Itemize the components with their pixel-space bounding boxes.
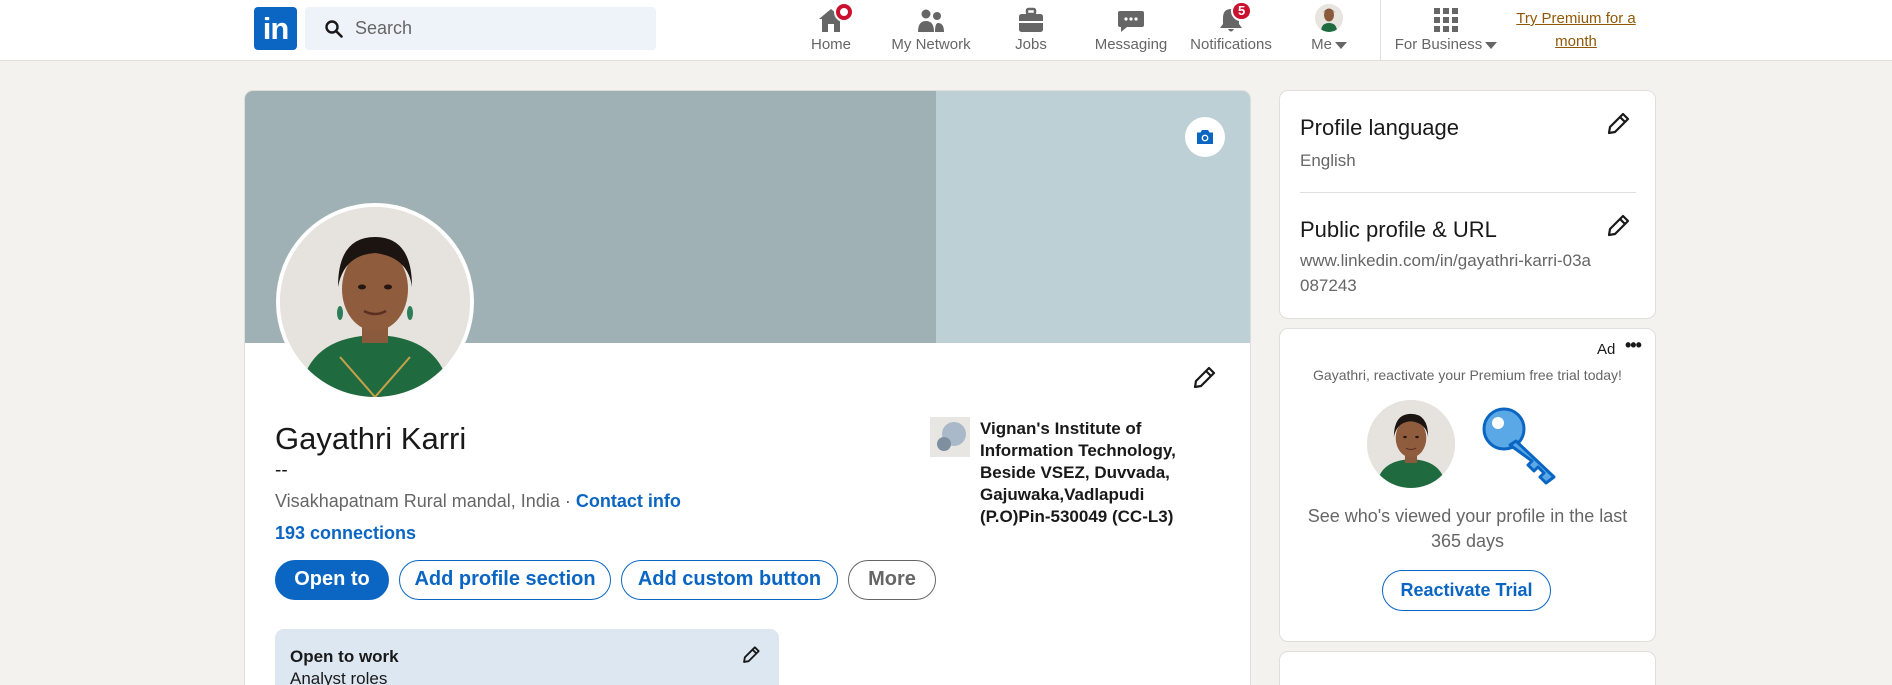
nav-jobs[interactable]: Jobs bbox=[1010, 3, 1052, 59]
chevron-down-icon bbox=[1334, 41, 1347, 49]
nav-messaging-label: Messaging bbox=[1094, 36, 1168, 53]
chevron-down-icon bbox=[1485, 41, 1498, 49]
next-sidebar-card bbox=[1279, 651, 1656, 685]
more-button[interactable]: More bbox=[848, 560, 936, 600]
profile-location-line: Visakhapatnam Rural mandal, India · Cont… bbox=[275, 491, 681, 512]
pencil-icon bbox=[1607, 112, 1630, 135]
ad-avatar bbox=[1367, 400, 1455, 488]
education-name[interactable]: Vignan's Institute of Information Techno… bbox=[980, 418, 1190, 528]
profile-settings-card: Profile language English Public profile … bbox=[1279, 90, 1656, 319]
home-dot-badge bbox=[834, 2, 854, 22]
add-profile-section-button[interactable]: Add profile section bbox=[399, 560, 611, 600]
key-icon bbox=[1482, 407, 1556, 485]
ad-options-button[interactable]: ••• bbox=[1625, 335, 1642, 356]
ad-label: Ad bbox=[1597, 341, 1616, 358]
profile-photo[interactable] bbox=[276, 203, 474, 401]
nav-home-label: Home bbox=[810, 36, 851, 53]
school-logo[interactable] bbox=[930, 417, 970, 457]
pencil-icon bbox=[743, 646, 760, 663]
premium-ad-card: Ad ••• Gayathri, reactivate your Premium… bbox=[1279, 328, 1656, 642]
grid-icon bbox=[1434, 8, 1458, 32]
nav-me-label: Me bbox=[1306, 36, 1352, 53]
add-custom-button[interactable]: Add custom button bbox=[621, 560, 838, 600]
jobs-icon bbox=[1019, 7, 1043, 32]
profile-language-value: English bbox=[1300, 151, 1356, 170]
search-input[interactable] bbox=[355, 7, 645, 50]
pencil-icon bbox=[1607, 214, 1630, 237]
connections-link[interactable]: 193 connections bbox=[275, 523, 416, 544]
nav-me[interactable]: Me bbox=[1306, 3, 1352, 59]
nav-my-network[interactable]: My Network bbox=[884, 3, 978, 59]
messaging-icon bbox=[1118, 11, 1144, 32]
nav-avatar bbox=[1315, 4, 1343, 32]
top-nav: in Home My Network Jobs Messaging 5 Noti… bbox=[0, 0, 1892, 61]
profile-location: Visakhapatnam Rural mandal, India bbox=[275, 491, 560, 511]
notifications-count-badge: 5 bbox=[1231, 1, 1253, 21]
nav-jobs-label: Jobs bbox=[1015, 36, 1047, 53]
ad-tagline: Gayathri, reactivate your Premium free t… bbox=[1313, 367, 1622, 383]
nav-for-business[interactable]: For Business bbox=[1394, 3, 1498, 59]
edit-open-to-work-button[interactable] bbox=[741, 645, 761, 670]
edit-intro-button[interactable] bbox=[1191, 365, 1217, 396]
camera-icon bbox=[1197, 130, 1213, 144]
ad-description: See who's viewed your profile in the las… bbox=[1307, 506, 1628, 551]
pencil-icon bbox=[1193, 366, 1216, 389]
profile-headline: -- bbox=[275, 460, 288, 481]
profile-language-title: Profile language bbox=[1300, 115, 1460, 140]
search-bar[interactable] bbox=[305, 7, 656, 50]
edit-profile-language-button[interactable] bbox=[1605, 111, 1631, 142]
nav-home[interactable]: Home bbox=[800, 2, 862, 59]
edit-public-profile-button[interactable] bbox=[1605, 213, 1631, 244]
nav-messaging[interactable]: Messaging bbox=[1093, 3, 1169, 59]
nav-my-network-label: My Network bbox=[891, 36, 971, 53]
profile-name: Gayathri Karri bbox=[275, 421, 467, 456]
location-separator: · bbox=[559, 491, 576, 511]
reactivate-trial-button[interactable]: Reactivate Trial bbox=[1382, 570, 1551, 611]
nav-notifications-label: Notifications bbox=[1190, 36, 1272, 53]
network-icon bbox=[918, 9, 944, 32]
nav-divider bbox=[1380, 0, 1381, 61]
public-profile-title: Public profile & URL bbox=[1300, 217, 1497, 242]
divider bbox=[1300, 192, 1636, 193]
open-to-work-title: Open to work bbox=[290, 647, 399, 666]
edit-banner-button[interactable] bbox=[1185, 117, 1225, 157]
public-profile-url: www.linkedin.com/in/gayathri-karri-03a08… bbox=[1300, 251, 1592, 295]
open-to-work-subtitle: Analyst roles bbox=[290, 669, 388, 685]
contact-info-link[interactable]: Contact info bbox=[576, 491, 681, 511]
try-premium-link[interactable]: Try Premium for a month bbox=[1510, 7, 1642, 53]
open-to-button[interactable]: Open to bbox=[275, 560, 389, 600]
nav-notifications[interactable]: 5 Notifications bbox=[1188, 1, 1274, 59]
open-to-work-card[interactable]: Open to work Analyst roles bbox=[275, 629, 779, 685]
linkedin-logo[interactable]: in bbox=[254, 7, 297, 50]
search-icon bbox=[325, 20, 343, 38]
profile-card: Gayathri Karri -- Visakhapatnam Rural ma… bbox=[244, 90, 1251, 685]
nav-for-business-label: For Business bbox=[1394, 36, 1498, 53]
